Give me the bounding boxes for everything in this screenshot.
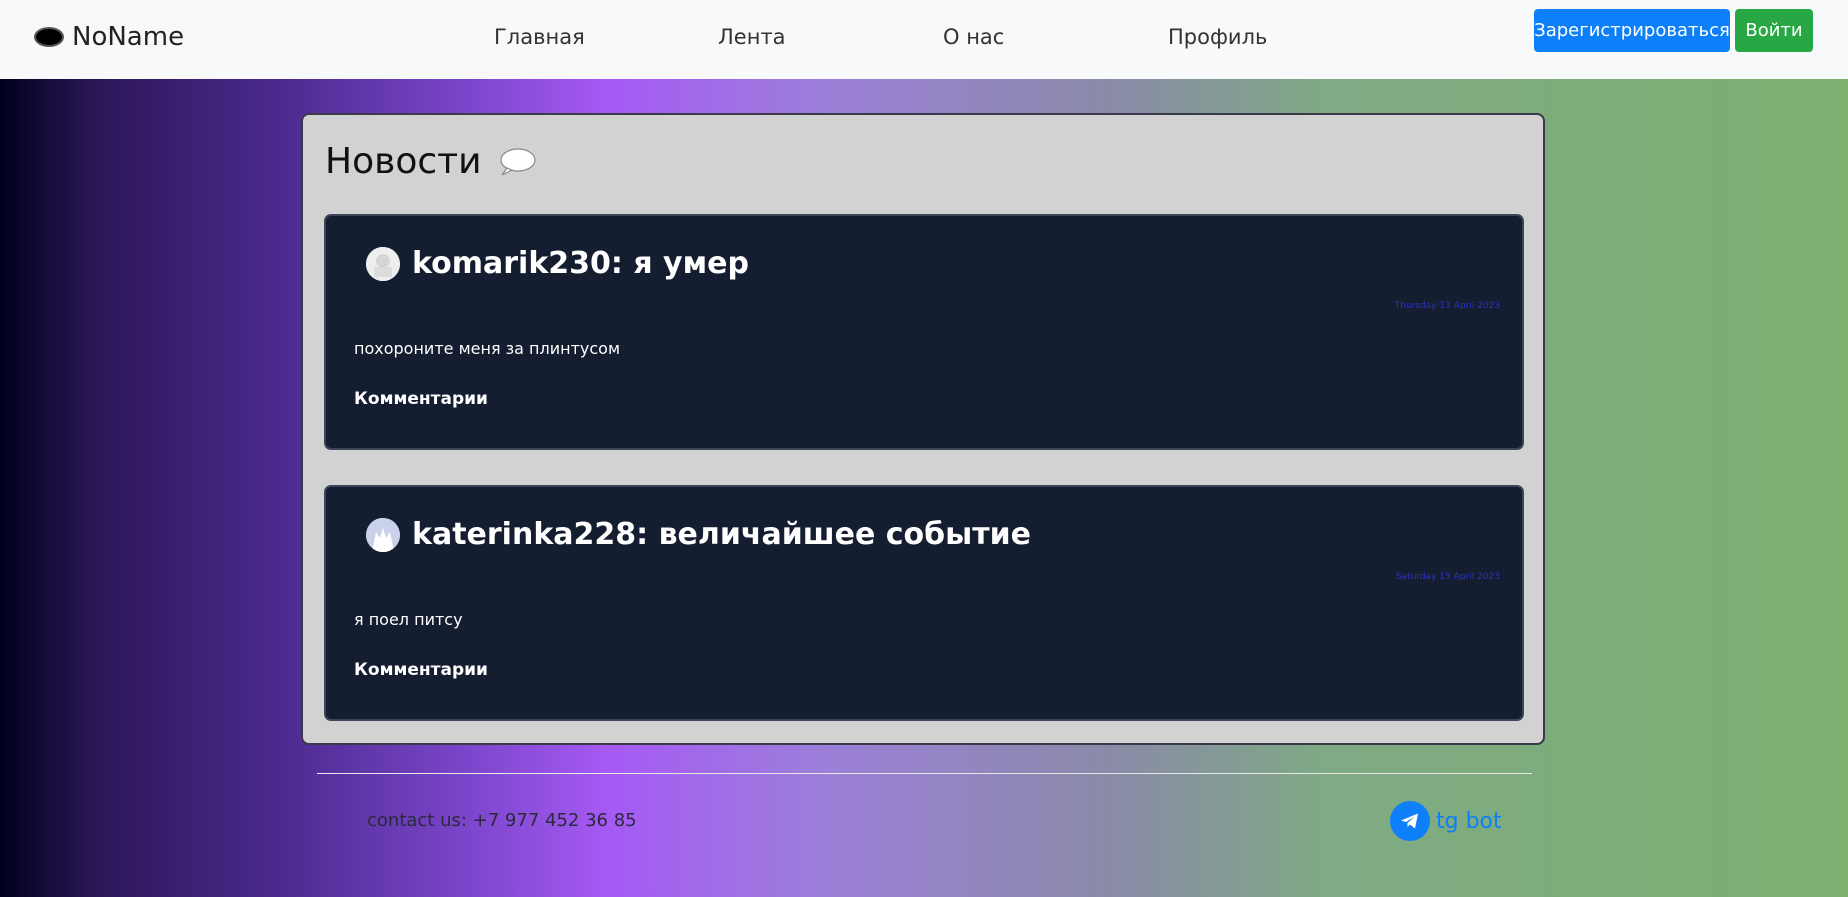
- brand[interactable]: NoName: [34, 22, 184, 52]
- news-header: Новости: [325, 141, 536, 182]
- avatar-image-icon: [366, 246, 400, 281]
- post-body: я поел питсу: [354, 610, 463, 629]
- post-date: Thursday 13 April 2023: [1394, 301, 1500, 311]
- nav-link-home[interactable]: Главная: [494, 25, 585, 49]
- comments-link[interactable]: Комментарии: [354, 660, 488, 680]
- telegram-bot-link[interactable]: tg bot: [1390, 801, 1502, 841]
- avatar[interactable]: [366, 517, 400, 552]
- nav-link-profile[interactable]: Профиль: [1168, 25, 1267, 49]
- register-button[interactable]: Зарегистрироваться: [1534, 9, 1730, 52]
- post-header: katerinka228: величайшее событие: [366, 517, 1031, 552]
- speech-bubble-icon: [499, 147, 536, 176]
- telegram-icon: [1390, 801, 1430, 841]
- nav-link-feed[interactable]: Лента: [718, 25, 786, 49]
- post-title[interactable]: komarik230: я умер: [412, 246, 749, 281]
- post-header: komarik230: я умер: [366, 246, 749, 281]
- post-card: komarik230: я умер Thursday 13 April 202…: [324, 214, 1524, 450]
- telegram-bot-label: tg bot: [1436, 808, 1502, 834]
- news-card: Новости komarik230: я умер Thursday 13 A…: [301, 113, 1545, 745]
- avatar[interactable]: [366, 246, 400, 281]
- login-button[interactable]: Войти: [1735, 9, 1813, 52]
- avatar-image-icon: [366, 517, 400, 552]
- post-body: похороните меня за плинтусом: [354, 339, 621, 358]
- post-title[interactable]: katerinka228: величайшее событие: [412, 517, 1031, 552]
- navbar: NoName Главная Лента О нас Профиль Зарег…: [0, 0, 1848, 79]
- nav-link-about[interactable]: О нас: [943, 25, 1004, 49]
- post-card: katerinka228: величайшее событие Saturda…: [324, 485, 1524, 721]
- oval-logo-icon: [34, 27, 64, 47]
- contact-info: contact us: +7 977 452 36 85: [367, 810, 637, 831]
- comments-link[interactable]: Комментарии: [354, 389, 488, 409]
- brand-name: NoName: [72, 22, 185, 52]
- post-date: Saturday 15 April 2023: [1395, 572, 1500, 582]
- page-title: Новости: [325, 141, 482, 182]
- footer-divider: [317, 773, 1532, 774]
